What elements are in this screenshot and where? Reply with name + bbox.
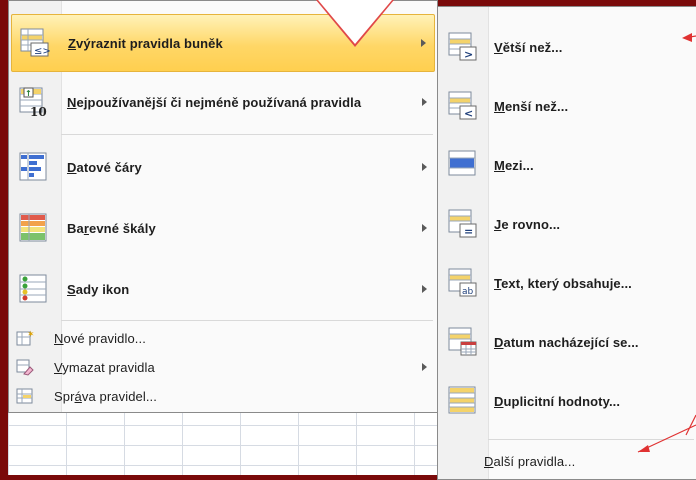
submenu-arrow-icon xyxy=(422,98,427,106)
submenu-arrow-icon xyxy=(422,363,427,371)
new-rule-icon: ✶ xyxy=(16,329,35,347)
svg-text:≤>: ≤> xyxy=(34,46,50,57)
duplicate-values-icon xyxy=(448,386,478,416)
menu-separator xyxy=(61,320,433,321)
greater-than-icon: > xyxy=(448,32,478,62)
annotation-lines xyxy=(637,33,696,453)
menu-item-label: Zvýraznit pravidla buněk xyxy=(68,35,223,51)
between-icon xyxy=(448,150,478,180)
submenu-item-label: Mezi... xyxy=(494,157,534,173)
data-bars-icon xyxy=(19,152,49,182)
highlight-cells-rules-icon: ≤> xyxy=(20,28,51,58)
menu-item-label: Nejpoužívanější či nejméně používaná pra… xyxy=(67,94,362,110)
submenu-arrow-icon xyxy=(422,285,427,293)
color-scales-icon xyxy=(19,213,49,243)
menu-item-new-rule[interactable]: ✶ Nové pravidlo... xyxy=(11,325,435,351)
menu-item-label: Sady ikon xyxy=(67,281,130,297)
text-contains-icon: ab xyxy=(448,268,478,298)
conditional-formatting-menu: ≤> Zvýraznit pravidla buněk ↑ 10 Nejpouž… xyxy=(8,0,438,413)
menu-item-label: Barevné škály xyxy=(67,220,156,236)
top-bottom-rules-icon: ↑ 10 xyxy=(19,87,49,119)
submenu-arrow-icon xyxy=(422,163,427,171)
svg-text:ab: ab xyxy=(462,287,474,297)
callout-pointer xyxy=(318,0,392,44)
svg-text:>: > xyxy=(464,48,473,61)
spreadsheet-grid xyxy=(8,405,438,475)
menu-item-label: Správa pravidel... xyxy=(54,388,157,404)
manage-rules-icon xyxy=(16,387,34,405)
submenu-item-label: Je rovno... xyxy=(494,216,561,232)
menu-separator xyxy=(61,134,433,135)
menu-item-color-scales[interactable]: Barevné škály xyxy=(11,199,435,257)
svg-text:✶: ✶ xyxy=(27,330,34,340)
date-occurring-icon xyxy=(448,327,478,357)
submenu-item-label: Menší než... xyxy=(494,98,569,114)
menu-item-data-bars[interactable]: Datové čáry xyxy=(11,138,435,196)
menu-item-manage-rules[interactable]: Správa pravidel... xyxy=(11,383,435,409)
equal-to-icon: = xyxy=(448,209,478,239)
menu-item-top-bottom-rules[interactable]: ↑ 10 Nejpoužívanější či nejméně používan… xyxy=(11,73,435,131)
clear-rules-icon xyxy=(16,358,34,376)
submenu-item-label: Větší než... xyxy=(494,39,563,55)
icon-sets-icon xyxy=(19,274,49,304)
menu-item-label: Datové čáry xyxy=(67,159,142,175)
submenu-arrow-icon xyxy=(422,224,427,232)
svg-text:10: 10 xyxy=(30,105,47,117)
submenu-item-label: Další pravidla... xyxy=(484,453,576,469)
menu-item-label: Vymazat pravidla xyxy=(54,359,155,375)
svg-text:=: = xyxy=(464,225,473,238)
menu-item-clear-rules[interactable]: Vymazat pravidla xyxy=(11,354,435,380)
menu-item-icon-sets[interactable]: Sady ikon xyxy=(11,260,435,318)
submenu-arrow-icon xyxy=(421,39,426,47)
svg-text:↑: ↑ xyxy=(25,89,32,98)
less-than-icon: < xyxy=(448,91,478,121)
menu-item-label: Nové pravidlo... xyxy=(54,330,146,346)
svg-text:<: < xyxy=(464,107,473,120)
